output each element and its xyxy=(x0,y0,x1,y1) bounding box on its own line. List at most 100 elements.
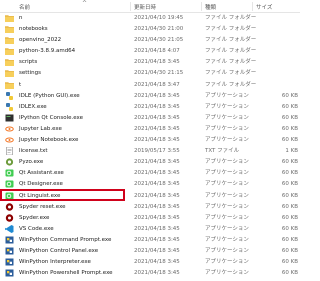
file-row-qt-assistant-exe[interactable]: Qt Assistant.exe 2021/04/18 3:45 アプリケーション 6… xyxy=(0,168,300,179)
file-type: アプリケーション xyxy=(205,103,249,110)
file-modified-date: 2021/04/30 21:05 xyxy=(134,37,184,44)
file-type: アプリケーション xyxy=(205,236,249,243)
file-size: 60 KB xyxy=(281,170,298,177)
column-header-date[interactable]: 更新日時 xyxy=(134,3,156,11)
file-size: 60 KB xyxy=(281,114,298,121)
file-row-settings[interactable]: settings 2021/04/30 21:15 ファイル フォルダー xyxy=(0,68,300,79)
winpython-icon xyxy=(5,247,14,255)
file-type: TXT ファイル xyxy=(205,148,240,155)
file-modified-date: 2021/04/18 3:47 xyxy=(134,81,180,88)
file-row-notebooks[interactable]: notebooks 2021/04/30 21:00 ファイル フォルダー xyxy=(0,24,300,35)
qt-icon xyxy=(5,180,14,188)
file-row-vs-code-exe[interactable]: VS Code.exe 2021/04/18 3:45 アプリケーション 60 KB xyxy=(0,224,300,235)
file-type: アプリケーション xyxy=(205,137,249,144)
file-type: アプリケーション xyxy=(205,225,249,232)
file-type: アプリケーション xyxy=(205,125,249,132)
file-size: 1 KB xyxy=(285,148,298,155)
file-row-license-txt[interactable]: license.txt 2019/05/17 3:55 TXT ファイル 1 KB xyxy=(0,146,300,157)
file-row-t[interactable]: t 2021/04/18 3:47 ファイル フォルダー xyxy=(0,80,300,91)
file-type: ファイル フォルダー xyxy=(205,81,257,88)
file-type: アプリケーション xyxy=(205,114,249,121)
file-name: WinPython Command Prompt.exe xyxy=(19,236,112,243)
folder-icon xyxy=(5,58,14,67)
column-header-type[interactable]: 種類 xyxy=(205,3,216,11)
file-name: scripts xyxy=(19,59,38,66)
file-size: 60 KB xyxy=(281,259,298,266)
selection-highlight xyxy=(0,189,125,201)
pyzo-icon xyxy=(5,158,14,166)
vscode-icon xyxy=(5,224,14,233)
file-type: アプリケーション xyxy=(205,214,249,221)
column-divider[interactable] xyxy=(252,2,253,11)
python-icon xyxy=(5,91,14,100)
file-type: アプリケーション xyxy=(205,181,249,188)
file-row-ipython-qt-console-exe[interactable]: IPython Qt Console.exe 2021/04/18 3:45 アプリ… xyxy=(0,113,300,124)
file-modified-date: 2021/04/18 4:07 xyxy=(134,48,180,55)
file-row-idlex-exe[interactable]: IDLEX.exe 2021/04/18 3:45 アプリケーション 60 KB xyxy=(0,102,300,113)
file-row-n[interactable]: n 2021/04/10 19:45 ファイル フォルダー xyxy=(0,13,300,24)
python-icon xyxy=(5,102,14,111)
file-name: IDLE (Python GUI).exe xyxy=(19,92,80,99)
file-modified-date: 2021/04/18 3:45 xyxy=(134,192,180,199)
column-header-name[interactable]: 名前 xyxy=(19,3,30,11)
file-row-spyder-exe[interactable]: Spyder.exe 2021/04/18 3:45 アプリケーション 60 KB xyxy=(0,213,300,224)
file-row-openvino-2022[interactable]: openvino_2022 2021/04/30 21:05 ファイル フォルダー xyxy=(0,35,300,46)
file-row-idle-python-gui-exe[interactable]: IDLE (Python GUI).exe 2021/04/18 3:45 アプリケ… xyxy=(0,91,300,102)
file-name: license.txt xyxy=(19,148,48,155)
file-name: notebooks xyxy=(19,26,48,33)
file-size: 60 KB xyxy=(281,92,298,99)
file-modified-date: 2021/04/18 3:45 xyxy=(134,125,180,132)
file-name: IDLEX.exe xyxy=(19,103,47,110)
file-modified-date: 2021/04/18 3:45 xyxy=(134,181,180,188)
file-name: n xyxy=(19,15,23,21)
file-row-jupyter-notebook-exe[interactable]: Jupyter Notebook.exe 2021/04/18 3:45 アプリケー… xyxy=(0,135,300,146)
file-modified-date: 2021/04/18 3:45 xyxy=(134,103,180,110)
file-row-winpython-command-prompt-exe[interactable]: WinPython Command Prompt.exe 2021/04/18 3… xyxy=(0,235,300,246)
file-name: Qt Assistant.exe xyxy=(19,170,64,177)
file-modified-date: 2021/04/18 3:45 xyxy=(134,247,180,254)
folder-icon xyxy=(5,81,14,89)
file-modified-date: 2021/04/18 3:45 xyxy=(134,92,180,99)
file-modified-date: 2021/04/18 3:45 xyxy=(134,225,180,232)
jupyter-icon xyxy=(5,136,14,144)
file-size: 60 KB xyxy=(281,214,298,221)
file-name: IPython Qt Console.exe xyxy=(19,114,84,121)
qt-icon xyxy=(5,169,14,177)
column-header-size[interactable]: サイズ xyxy=(256,3,272,11)
folder-icon xyxy=(5,47,14,56)
file-row-winpython-control-panel-exe[interactable]: WinPython Control Panel.exe 2021/04/18 3:… xyxy=(0,246,300,257)
folder-icon xyxy=(5,25,14,34)
file-name: WinPython Control Panel.exe xyxy=(19,247,99,254)
file-size: 60 KB xyxy=(281,236,298,243)
file-type: アプリケーション xyxy=(205,203,249,210)
file-size: 60 KB xyxy=(281,181,298,188)
file-type: アプリケーション xyxy=(205,247,249,254)
file-size: 60 KB xyxy=(281,225,298,232)
winpython-icon xyxy=(5,236,14,244)
file-name: Pyzo.exe xyxy=(19,159,44,166)
file-modified-date: 2021/04/18 3:45 xyxy=(134,259,180,266)
file-modified-date: 2021/04/30 21:15 xyxy=(134,70,184,77)
file-modified-date: 2021/04/10 19:45 xyxy=(134,15,184,21)
qtconsole-icon xyxy=(5,114,14,122)
column-divider[interactable] xyxy=(201,2,202,11)
file-row-spyder-reset-exe[interactable]: Spyder reset.exe 2021/04/18 3:45 アプリケーション 6… xyxy=(0,202,300,213)
file-modified-date: 2021/04/18 3:45 xyxy=(134,159,180,166)
folder-icon xyxy=(5,14,14,22)
file-row-pyzo-exe[interactable]: Pyzo.exe 2021/04/18 3:45 アプリケーション 60 KB xyxy=(0,157,300,168)
file-name: openvino_2022 xyxy=(19,37,62,44)
file-row-scripts[interactable]: scripts 2021/04/18 3:45 ファイル フォルダー xyxy=(0,57,300,68)
spyder-icon xyxy=(5,213,14,222)
file-name: t xyxy=(19,81,22,88)
file-name: VS Code.exe xyxy=(19,225,54,232)
file-type: ファイル フォルダー xyxy=(205,48,257,55)
file-type: ファイル フォルダー xyxy=(205,15,257,21)
file-row-python-3-8-9-amd64[interactable]: python-3.8.9.amd64 2021/04/18 4:07 ファイル フォ… xyxy=(0,46,300,57)
file-name: Jupyter Notebook.exe xyxy=(19,137,79,144)
file-row-winpython-interpreter-exe[interactable]: WinPython Interpreter.exe 2021/04/18 3:45… xyxy=(0,257,300,268)
file-type: アプリケーション xyxy=(205,92,249,99)
file-row-jupyter-lab-exe[interactable]: Jupyter Lab.exe 2021/04/18 3:45 アプリケーション 60… xyxy=(0,124,300,135)
column-divider[interactable] xyxy=(130,2,131,11)
winpython-icon xyxy=(5,258,14,266)
file-row-winpython-powershell-prompt-exe[interactable]: WinPython Powershell Prompt.exe 2021/04/1… xyxy=(0,268,300,279)
